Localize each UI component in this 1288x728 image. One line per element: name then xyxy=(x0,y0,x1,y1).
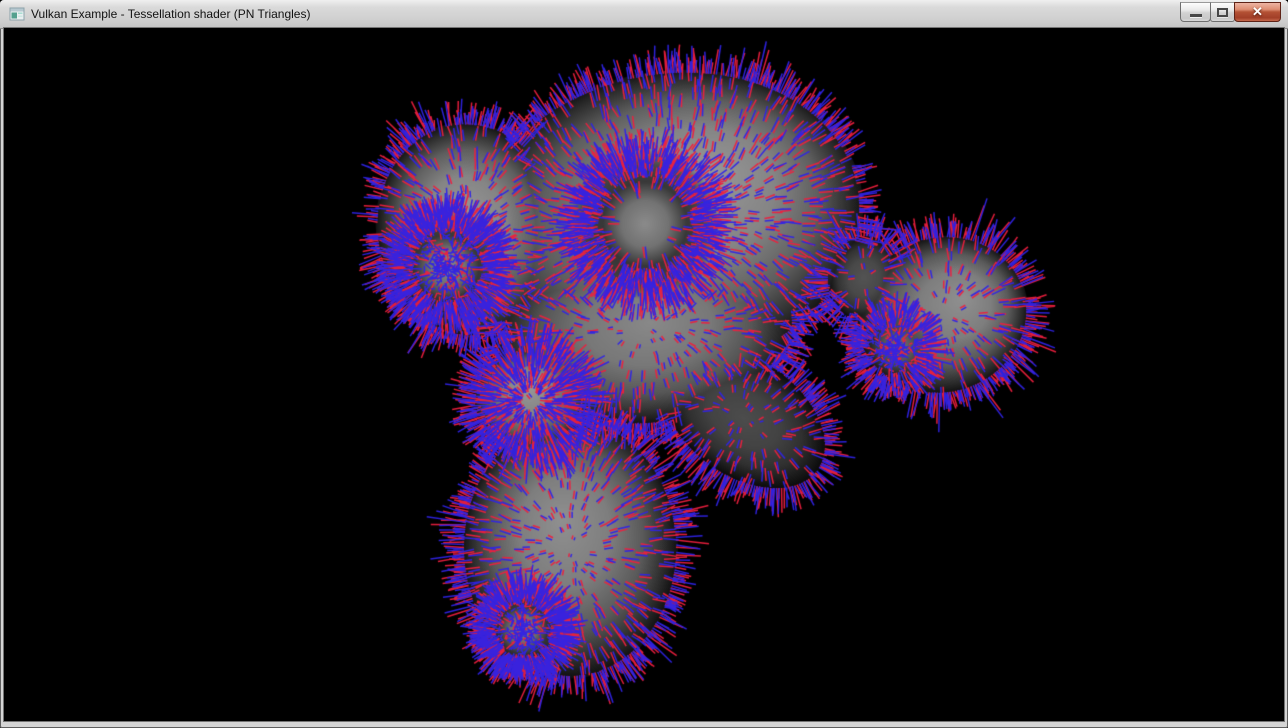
minimize-button[interactable] xyxy=(1180,2,1211,22)
minimize-icon xyxy=(1190,14,1202,17)
window-title: Vulkan Example - Tessellation shader (PN… xyxy=(31,7,310,21)
app-window: Vulkan Example - Tessellation shader (PN… xyxy=(0,0,1288,728)
titlebar[interactable]: Vulkan Example - Tessellation shader (PN… xyxy=(0,0,1288,29)
caption-buttons: ✕ xyxy=(1181,2,1281,23)
maximize-icon xyxy=(1217,8,1228,17)
client-area xyxy=(4,28,1284,721)
render-viewport[interactable] xyxy=(4,28,1284,721)
app-icon xyxy=(9,6,25,22)
maximize-button[interactable] xyxy=(1210,2,1235,22)
close-button[interactable]: ✕ xyxy=(1234,2,1281,22)
close-icon: ✕ xyxy=(1252,3,1263,21)
